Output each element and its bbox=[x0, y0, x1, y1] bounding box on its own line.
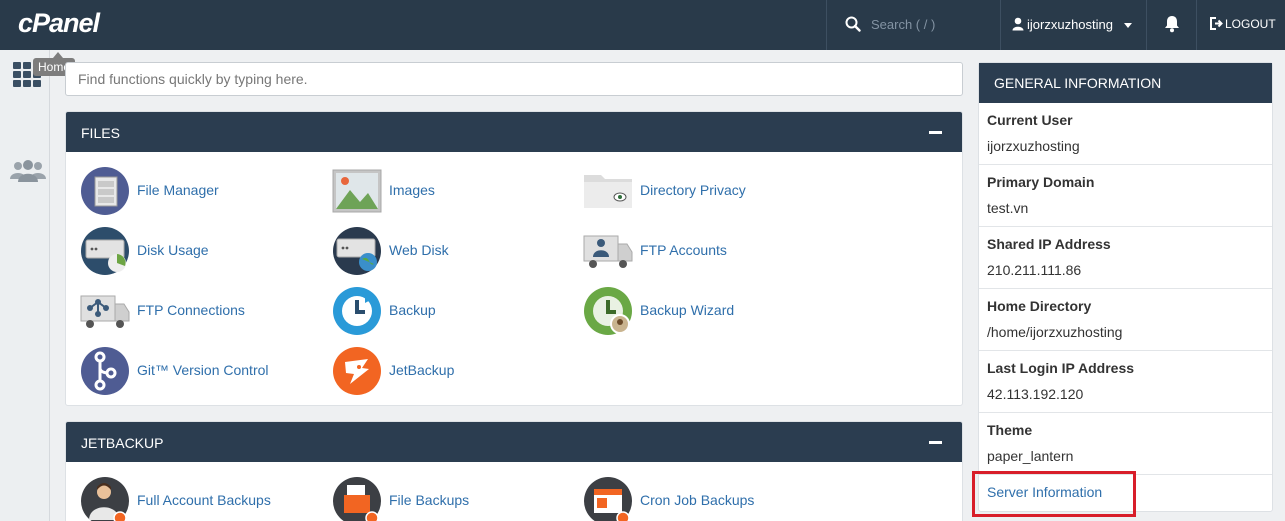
search-icon bbox=[845, 16, 861, 32]
info-row-shared-ip: Shared IP Address 210.211.111.86 bbox=[979, 227, 1272, 289]
collapse-icon[interactable] bbox=[929, 441, 942, 444]
jetbackup-item[interactable]: JetBackup bbox=[332, 346, 572, 396]
info-row-theme: Theme paper_lantern bbox=[979, 413, 1272, 475]
ftp-accounts-icon bbox=[583, 235, 633, 268]
item-label: Images bbox=[389, 182, 435, 198]
git-version-control-item[interactable]: Git™ Version Control bbox=[80, 346, 320, 396]
info-value: test.vn bbox=[987, 200, 1029, 216]
item-label: FTP Connections bbox=[137, 302, 245, 318]
item-label: File Backups bbox=[389, 492, 470, 508]
info-value: paper_lantern bbox=[987, 448, 1074, 464]
file-backups-icon bbox=[333, 477, 381, 521]
info-value: ijorzxuzhosting bbox=[987, 138, 1080, 154]
backup-item[interactable]: Backup bbox=[332, 286, 572, 336]
item-label: Git™ Version Control bbox=[137, 362, 269, 378]
item-label: File Manager bbox=[137, 182, 219, 198]
divider bbox=[1196, 0, 1197, 50]
info-key: Last Login IP Address bbox=[987, 360, 1135, 376]
notifications-button[interactable] bbox=[1164, 15, 1180, 38]
collapse-icon[interactable] bbox=[929, 131, 942, 134]
images-item[interactable]: Images bbox=[332, 166, 572, 216]
general-information-title: GENERAL INFORMATION bbox=[979, 63, 1272, 103]
info-value: 210.211.111.86 bbox=[987, 262, 1082, 278]
item-label: Backup bbox=[389, 302, 436, 318]
divider bbox=[826, 0, 827, 50]
disk-usage-icon bbox=[81, 227, 129, 275]
disk-usage-item[interactable]: Disk Usage bbox=[80, 226, 320, 276]
quick-find-input[interactable] bbox=[65, 62, 963, 96]
info-value: /home/ijorzxuzhosting bbox=[987, 324, 1123, 340]
cron-job-backups-item[interactable]: Cron Job Backups bbox=[583, 476, 823, 521]
files-panel-header[interactable]: FILES bbox=[66, 112, 962, 152]
full-account-backups-item[interactable]: Full Account Backups bbox=[80, 476, 320, 521]
chevron-down-icon bbox=[1124, 23, 1132, 28]
logout-icon bbox=[1210, 17, 1223, 30]
item-label: Cron Job Backups bbox=[640, 492, 755, 508]
info-key: Home Directory bbox=[987, 298, 1092, 314]
info-row-last-login-ip: Last Login IP Address 42.113.192.120 bbox=[979, 351, 1272, 413]
bell-icon bbox=[1165, 16, 1179, 33]
cron-job-backups-icon bbox=[584, 477, 632, 521]
users-icon[interactable] bbox=[10, 160, 46, 187]
info-row-current-user: Current User ijorzxuzhosting bbox=[979, 103, 1272, 165]
full-account-backups-icon bbox=[81, 477, 129, 521]
item-label: Web Disk bbox=[389, 242, 449, 258]
top-navbar: cPanel Search ( / ) ijorzxuzhosting LOGO… bbox=[0, 0, 1285, 50]
divider bbox=[1146, 0, 1147, 50]
web-disk-item[interactable]: Web Disk bbox=[332, 226, 572, 276]
general-information-panel: GENERAL INFORMATION Current User ijorzxu… bbox=[978, 62, 1273, 512]
file-manager-item[interactable]: File Manager bbox=[80, 166, 320, 216]
info-row-primary-domain: Primary Domain test.vn bbox=[979, 165, 1272, 227]
info-key: Shared IP Address bbox=[987, 236, 1111, 252]
info-row-home-directory: Home Directory /home/ijorzxuzhosting bbox=[979, 289, 1272, 351]
item-label: Disk Usage bbox=[137, 242, 209, 258]
search-placeholder: Search ( / ) bbox=[871, 17, 936, 32]
left-sidebar bbox=[0, 50, 50, 521]
ftp-connections-item[interactable]: FTP Connections bbox=[80, 286, 320, 336]
item-label: FTP Accounts bbox=[640, 242, 727, 258]
username: ijorzxuzhosting bbox=[1027, 17, 1113, 32]
jetbackup-panel: JETBACKUP Full Account Backups File Back… bbox=[65, 421, 963, 521]
git-icon bbox=[81, 347, 129, 395]
directory-privacy-item[interactable]: Directory Privacy bbox=[583, 166, 823, 216]
file-backups-item[interactable]: File Backups bbox=[332, 476, 572, 521]
panel-title: JETBACKUP bbox=[81, 435, 164, 451]
item-label: Directory Privacy bbox=[640, 182, 746, 198]
highlight-box bbox=[972, 471, 1136, 517]
info-key: Theme bbox=[987, 422, 1033, 438]
ftp-accounts-item[interactable]: FTP Accounts bbox=[583, 226, 823, 276]
backup-icon bbox=[333, 287, 381, 335]
divider bbox=[1000, 0, 1001, 50]
file-manager-icon bbox=[81, 167, 129, 215]
backup-wizard-item[interactable]: Backup Wizard bbox=[583, 286, 823, 336]
info-value: 42.113.192.120 bbox=[987, 386, 1084, 402]
info-key: Primary Domain bbox=[987, 174, 1095, 190]
files-panel: FILES File Manager Images Directory Priv… bbox=[65, 111, 963, 406]
jetbackup-panel-header[interactable]: JETBACKUP bbox=[66, 422, 962, 462]
cpanel-logo[interactable]: cPanel bbox=[18, 8, 100, 39]
backup-wizard-icon bbox=[584, 287, 632, 335]
item-label: Backup Wizard bbox=[640, 302, 735, 318]
images-icon bbox=[332, 169, 382, 213]
ftp-connections-icon bbox=[80, 295, 130, 328]
item-label: Full Account Backups bbox=[137, 492, 271, 508]
logout-label: LOGOUT bbox=[1225, 17, 1276, 31]
item-label: JetBackup bbox=[389, 362, 455, 378]
jetbackup-icon bbox=[333, 347, 381, 395]
web-disk-icon bbox=[333, 227, 381, 275]
info-key: Current User bbox=[987, 112, 1073, 128]
directory-privacy-icon bbox=[584, 175, 632, 208]
panel-title: FILES bbox=[81, 125, 120, 141]
search-box[interactable]: Search ( / ) bbox=[845, 15, 995, 35]
user-icon bbox=[1012, 17, 1024, 31]
